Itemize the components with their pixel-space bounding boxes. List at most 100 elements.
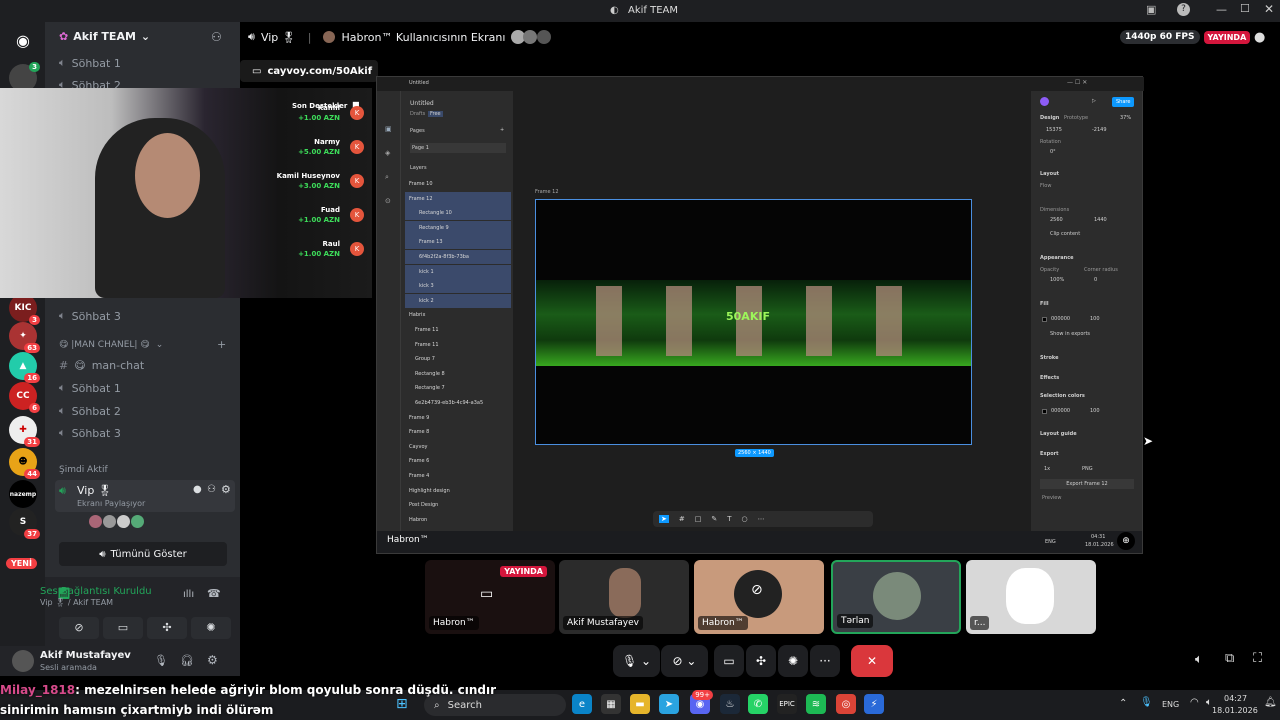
camera-off-icon[interactable]: ⊘: [59, 617, 99, 639]
soundboard-icon[interactable]: ıllı: [183, 589, 194, 600]
category-header[interactable]: 😋 |MAN CHANEL| 😋 ⌄: [59, 340, 163, 350]
participant-tile[interactable]: r...: [966, 560, 1096, 634]
camera-button[interactable]: ⊘ ⌄: [661, 645, 708, 677]
layer-item[interactable]: Group 7: [405, 352, 511, 366]
layer-item[interactable]: Rectangle 7: [405, 381, 511, 395]
participant-tile[interactable]: YAYINDA ▭ Habron™: [425, 560, 555, 634]
discord-icon[interactable]: ◉ 99+: [690, 690, 713, 714]
layer-item[interactable]: Frame 6: [405, 454, 511, 468]
export-scale[interactable]: 1x: [1044, 466, 1050, 472]
voice-channel[interactable]: 🔈︎ Söhbat 1: [59, 56, 121, 70]
server-icon[interactable]: ☻ 44: [9, 448, 40, 479]
fullscreen-icon[interactable]: ⛶: [1253, 651, 1262, 666]
x-field[interactable]: 15375: [1046, 127, 1062, 133]
move-tool-icon[interactable]: ➤: [659, 515, 669, 523]
server-icon[interactable]: nazemp: [9, 480, 37, 508]
store-icon[interactable]: ▦: [601, 694, 621, 714]
settings-gear-icon[interactable]: ⚙: [207, 653, 218, 667]
layer-item[interactable]: Frame 11: [405, 323, 511, 337]
window-controls[interactable]: — ☐ ✕: [1067, 79, 1087, 86]
layer-item[interactable]: Frame 9: [405, 411, 511, 425]
explorer-icon[interactable]: ▬: [630, 694, 650, 714]
mute-button[interactable]: 🎙︎ ⌄: [613, 645, 660, 677]
export-button[interactable]: Export Frame 12: [1040, 479, 1134, 489]
soundboard-button[interactable]: ✺: [191, 617, 231, 639]
voice-status[interactable]: Ses Bağlantısı Kuruldu: [40, 586, 152, 597]
voice-channel[interactable]: 🔈︎ Söhbat 2: [59, 404, 121, 418]
file-name[interactable]: Untitled: [410, 100, 434, 107]
discord-home-icon[interactable]: ◉: [9, 26, 37, 54]
activities-button[interactable]: ✣: [746, 645, 776, 677]
tab-design[interactable]: Design: [1040, 115, 1059, 121]
variables-icon[interactable]: ⊙: [385, 197, 391, 205]
maximize-button[interactable]: ☐: [1240, 2, 1250, 15]
radius-field[interactable]: 0: [1094, 277, 1097, 283]
wifi-icon[interactable]: ◠: [1190, 697, 1199, 708]
layer-item[interactable]: Habrix: [405, 308, 511, 322]
tab-prototype[interactable]: Prototype: [1064, 115, 1088, 121]
comment-tool-icon[interactable]: ○: [742, 515, 748, 523]
bell-icon[interactable]: 🔔︎: [1264, 697, 1277, 708]
height-field[interactable]: 1440: [1094, 217, 1107, 223]
figma-tab[interactable]: Untitled: [409, 80, 429, 86]
share-button[interactable]: Share: [1112, 97, 1135, 107]
app-icon[interactable]: ⚡: [864, 694, 884, 714]
pen-tool-icon[interactable]: ✎: [711, 515, 717, 523]
server-icon[interactable]: KIC 3: [9, 294, 40, 325]
help-icon[interactable]: ?: [1177, 3, 1190, 16]
participant-tile[interactable]: Tərlan: [831, 560, 961, 634]
layer-item[interactable]: kick 1: [405, 264, 511, 279]
server-icon[interactable]: ▲ 16: [9, 352, 40, 383]
voice-channel[interactable]: 🔈︎ Söhbat 3: [59, 426, 121, 440]
tray-chevron-icon[interactable]: ⌃: [1119, 698, 1127, 709]
new-badge[interactable]: YENİ: [6, 558, 37, 569]
actions-icon[interactable]: ⋯: [758, 515, 765, 523]
find-icon[interactable]: ⌕: [385, 173, 389, 182]
file-icon[interactable]: ▣: [385, 125, 392, 133]
clip-content-checkbox[interactable]: Clip content: [1050, 231, 1080, 237]
link-bar[interactable]: ▭ cayvoy.com/50Akif: [240, 60, 378, 82]
layer-item[interactable]: Cayvoy: [405, 440, 511, 454]
more-button[interactable]: ···: [810, 645, 840, 677]
zoom-level[interactable]: 37%: [1120, 115, 1131, 121]
chrome-icon[interactable]: ◎: [836, 694, 856, 714]
text-tool-icon[interactable]: T: [727, 515, 731, 523]
clock-time[interactable]: 04:27: [1224, 694, 1247, 703]
steam-icon[interactable]: ♨: [720, 694, 740, 714]
edge-icon[interactable]: e: [572, 694, 592, 714]
layer-item[interactable]: Rectangle 9: [405, 220, 511, 235]
invite-icon[interactable]: ⚇: [211, 30, 222, 44]
layer-item[interactable]: Frame 10: [405, 177, 511, 191]
play-icon[interactable]: ▷: [1092, 98, 1096, 104]
fill-swatch[interactable]: [1042, 317, 1047, 322]
layer-item[interactable]: Frame 11: [405, 338, 511, 352]
disconnect-button[interactable]: ✕: [851, 645, 893, 677]
y-field[interactable]: -2149: [1092, 127, 1107, 133]
clock-date[interactable]: 18.01.2026: [1212, 706, 1258, 715]
layer-item[interactable]: kick 3: [405, 279, 511, 294]
close-button[interactable]: ✕: [1264, 2, 1274, 16]
export-format[interactable]: PNG: [1082, 466, 1093, 472]
voice-channel[interactable]: 🔈︎ Söhbat 3: [59, 309, 121, 323]
selection-swatch[interactable]: [1042, 409, 1047, 414]
fill-hex[interactable]: 000000: [1051, 316, 1070, 322]
server-icon[interactable]: ✚ 31: [9, 416, 40, 447]
minimize-button[interactable]: —: [1216, 3, 1227, 16]
inbox-icon[interactable]: ▣: [1146, 3, 1156, 16]
show-exports-checkbox[interactable]: Show in exports: [1050, 331, 1090, 337]
microphone-icon[interactable]: 🎙︎: [154, 654, 168, 667]
layer-item[interactable]: Frame 12: [405, 191, 511, 206]
fill-opacity[interactable]: 100: [1090, 316, 1100, 322]
voice-sub[interactable]: Vip 🎖 / Akif TEAM: [40, 598, 113, 607]
headphones-icon[interactable]: 🎧︎: [180, 654, 194, 667]
participant-tile[interactable]: Akif Mustafayev: [559, 560, 689, 634]
shape-tool-icon[interactable]: □: [695, 515, 702, 523]
tray-lang[interactable]: ENG: [1162, 700, 1179, 709]
whatsapp-icon[interactable]: ✆: [748, 694, 768, 714]
screen-share-button[interactable]: ▭: [714, 645, 744, 677]
disconnect-icon[interactable]: ☎: [207, 587, 221, 600]
layer-item[interactable]: 6f4b2f2a-8f3b-73ba: [405, 250, 511, 264]
chat-icon[interactable]: ●: [193, 484, 202, 495]
voice-channel[interactable]: 🔈︎ Söhbat 1: [59, 381, 121, 395]
show-all-button[interactable]: 🔊︎ Tümünü Göster: [59, 542, 227, 566]
